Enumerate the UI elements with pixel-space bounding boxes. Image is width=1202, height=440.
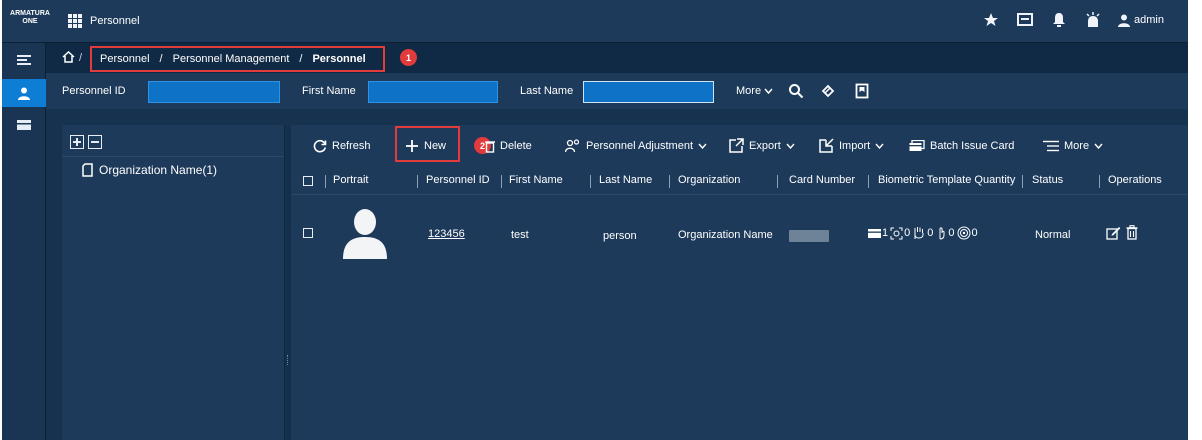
clear-filter-icon[interactable]	[818, 81, 838, 101]
breadcrumb: Personnel / Personnel Management / Perso…	[90, 46, 385, 72]
document-icon	[82, 163, 93, 177]
column-header[interactable]: Operations	[1108, 174, 1162, 186]
personnel-id-label: Personnel ID	[62, 85, 126, 97]
chevron-down-icon	[698, 143, 707, 149]
pin-icon[interactable]	[982, 10, 1000, 30]
expand-all-icon[interactable]	[70, 135, 84, 149]
palm-icon	[914, 227, 924, 239]
select-all-checkbox[interactable]	[303, 176, 313, 186]
delete-button[interactable]: Delete	[485, 135, 532, 157]
organization-panel: Organization Name(1)	[62, 125, 285, 440]
table-header: Portrait Personnel ID First Name Last Na…	[291, 167, 1188, 195]
bell-icon[interactable]	[1050, 10, 1068, 30]
refresh-icon	[313, 139, 327, 153]
personnel-adjustment-button[interactable]: Personnel Adjustment	[565, 135, 707, 157]
column-header[interactable]: Biometric Template Quantity	[878, 174, 1015, 186]
brand-logo: ARMATURA ONE	[10, 10, 50, 25]
card-number-redacted	[789, 230, 829, 242]
personnel-list-panel: Refresh New 2 Delete Personnel Adjustmen…	[291, 125, 1188, 440]
organization-cell: Organization Name	[678, 229, 773, 241]
breadcrumb-item-management[interactable]: Personnel Management	[173, 53, 290, 65]
more-actions-button[interactable]: More	[1043, 135, 1103, 157]
column-header[interactable]: Last Name	[599, 174, 652, 186]
plus-icon	[406, 140, 418, 152]
breadcrumb-item-current: Personnel	[312, 53, 366, 65]
fingerprint-icon	[957, 226, 970, 240]
last-name-input[interactable]	[583, 81, 714, 103]
import-icon	[819, 138, 834, 153]
org-tree-node[interactable]: Organization Name(1)	[82, 163, 217, 177]
batch-issue-card-button[interactable]: Batch Issue Card	[909, 135, 1014, 157]
breadcrumb-item-personnel[interactable]: Personnel	[100, 53, 150, 65]
refresh-button[interactable]: Refresh	[313, 135, 371, 157]
top-bar: ARMATURA ONE Personnel admin	[2, 0, 1188, 43]
person-icon	[18, 87, 30, 100]
chevron-down-icon	[786, 143, 795, 149]
collapse-all-icon[interactable]	[88, 135, 102, 149]
org-tree-tools	[70, 135, 102, 149]
personnel-id-link[interactable]: 123456	[428, 228, 465, 240]
import-button[interactable]: Import	[818, 135, 884, 157]
last-name-cell: person	[603, 230, 637, 242]
status-cell: Normal	[1035, 229, 1071, 241]
rail-personnel-item[interactable]	[2, 79, 46, 107]
top-icons: admin	[982, 10, 1164, 30]
user-menu[interactable]: admin	[1118, 14, 1164, 27]
column-header[interactable]: Card Number	[789, 174, 855, 186]
biometric-template-cell: 1 0 0 0 0	[868, 226, 978, 240]
column-header[interactable]: Status	[1032, 174, 1063, 186]
personnel-id-input[interactable]	[148, 81, 280, 103]
list-icon	[1043, 140, 1059, 152]
card-icon	[868, 228, 881, 238]
action-toolbar: Refresh New 2 Delete Personnel Adjustmen…	[291, 125, 1188, 165]
search-bar: Personnel ID First Name Last Name More	[46, 73, 1188, 109]
first-name-cell: test	[511, 229, 529, 241]
apps-grid-icon[interactable]	[68, 14, 82, 28]
chevron-down-icon	[764, 88, 773, 94]
column-header[interactable]: Organization	[678, 174, 740, 186]
column-header[interactable]: First Name	[509, 174, 563, 186]
trash-icon	[485, 140, 495, 153]
app-title: Personnel	[90, 15, 140, 27]
last-name-label: Last Name	[520, 85, 574, 97]
home-icon[interactable]	[62, 50, 75, 66]
breadcrumb-bar: / Personnel / Personnel Management / Per…	[46, 43, 1188, 73]
finger-icon	[939, 227, 945, 240]
face-icon	[890, 227, 903, 239]
monitor-icon[interactable]	[1016, 10, 1034, 30]
rail-card-item[interactable]	[2, 111, 46, 139]
portrait-avatar	[341, 207, 389, 262]
export-button[interactable]: Export	[728, 135, 795, 157]
bookmark-icon[interactable]	[852, 81, 872, 101]
export-icon	[729, 138, 744, 153]
user-name: admin	[1134, 14, 1164, 26]
chevron-down-icon	[875, 143, 884, 149]
list-icon	[17, 55, 31, 65]
rail-menu-item[interactable]	[2, 47, 46, 75]
user-icon	[1118, 14, 1131, 27]
column-header[interactable]: Portrait	[333, 174, 368, 186]
left-rail	[2, 43, 46, 440]
column-header[interactable]: Personnel ID	[426, 174, 490, 186]
edit-icon[interactable]	[1106, 226, 1121, 243]
users-icon	[565, 139, 580, 153]
more-filters-button[interactable]: More	[736, 85, 773, 97]
alarm-icon[interactable]	[1084, 10, 1102, 30]
callout-badge-1: 1	[400, 49, 417, 66]
first-name-input[interactable]	[368, 81, 498, 103]
new-button[interactable]: New	[405, 135, 446, 157]
trash-icon[interactable]	[1126, 225, 1138, 243]
search-icon[interactable]	[786, 81, 806, 101]
cards-icon	[909, 140, 925, 151]
org-node-label: Organization Name(1)	[99, 163, 218, 177]
card-icon	[17, 120, 31, 130]
app-window: ARMATURA ONE Personnel admin / Personnel…	[2, 0, 1188, 440]
first-name-label: First Name	[302, 85, 356, 97]
table-row[interactable]: 123456 test person Organization Name 1 0…	[291, 199, 1188, 265]
breadcrumb-separator: /	[79, 52, 83, 64]
row-checkbox[interactable]	[303, 228, 313, 238]
divider	[62, 156, 284, 157]
chevron-down-icon	[1094, 143, 1103, 149]
